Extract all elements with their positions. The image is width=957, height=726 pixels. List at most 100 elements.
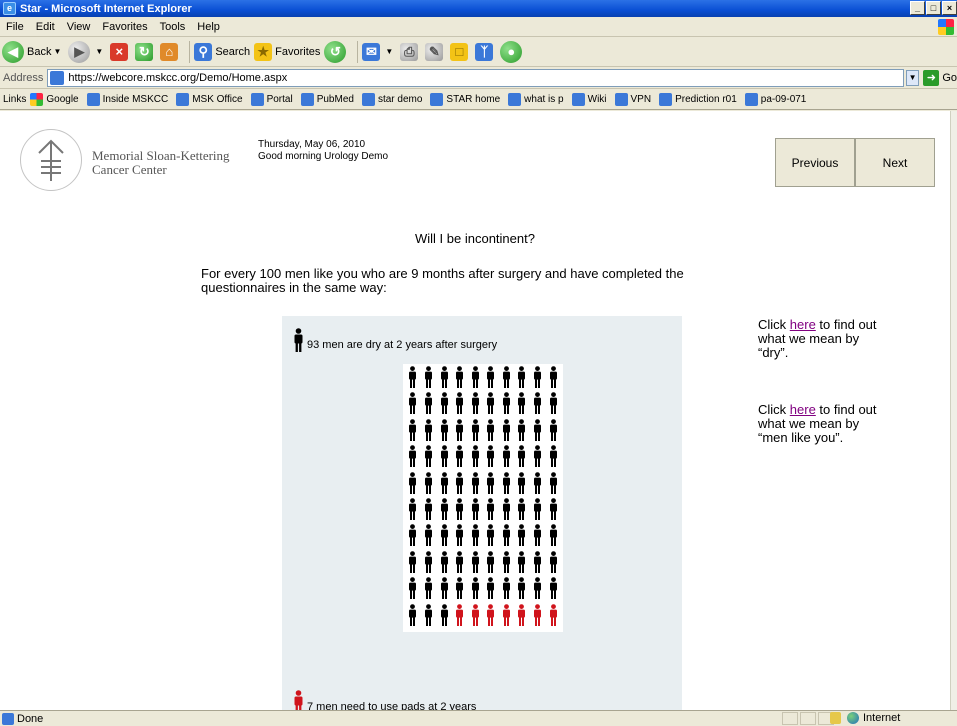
mail-icon: ✉ <box>362 42 381 61</box>
menu-edit[interactable]: Edit <box>30 21 61 33</box>
close-button[interactable]: × <box>942 1 957 15</box>
dry-man-icon <box>409 603 417 626</box>
dry-man-icon <box>487 366 495 388</box>
dry-man-icon <box>549 366 557 388</box>
menu-help[interactable]: Help <box>191 21 226 33</box>
link-star-home[interactable]: STAR home <box>430 92 500 106</box>
forward-dropdown-icon[interactable]: ▼ <box>95 47 103 56</box>
favorites-button[interactable]: ★ Favorites <box>254 42 320 61</box>
dry-definition-link[interactable]: here <box>790 317 816 332</box>
window-title: Star - Microsoft Internet Explorer <box>20 2 192 15</box>
dry-man-figure <box>436 577 452 603</box>
link-portal[interactable]: Portal <box>250 92 293 106</box>
pads-man-figure <box>530 603 546 630</box>
address-bar: Address https://webcore.mskcc.org/Demo/H… <box>0 67 957 89</box>
messenger-button[interactable]: ● <box>500 40 525 63</box>
address-dropdown-icon[interactable]: ▼ <box>905 69 920 86</box>
dry-man-figure <box>483 445 499 471</box>
back-button[interactable]: ◀ Back ▼ <box>2 40 64 63</box>
link-label: Prediction r01 <box>675 93 737 105</box>
dry-man-icon <box>440 392 448 415</box>
link-wiki[interactable]: Wiki <box>571 92 607 106</box>
dry-man-figure <box>421 418 437 445</box>
pads-man-icon <box>502 603 510 626</box>
dry-man-figure <box>483 498 499 524</box>
dry-man-icon <box>424 418 432 441</box>
dry-man-icon <box>534 392 542 415</box>
link-google[interactable]: Google <box>30 92 79 106</box>
standard-toolbar: ◀ Back ▼ ▶ ▼ × ↻ ⌂ ⚲ Search ★ Favorites … <box>0 37 957 67</box>
address-label: Address <box>3 71 44 84</box>
dry-man-icon <box>471 471 479 494</box>
dry-man-icon <box>424 471 432 494</box>
security-zone: Internet <box>830 712 900 724</box>
dry-man-icon <box>471 524 479 547</box>
dry-man-figure <box>405 498 421 524</box>
org-name-line2: Cancer Center <box>92 162 167 177</box>
dry-man-icon <box>487 392 495 415</box>
dry-man-figure <box>545 418 561 445</box>
link-prediction-r01[interactable]: Prediction r01 <box>659 92 737 106</box>
previous-button[interactable]: Previous <box>775 138 855 187</box>
ie-page-icon <box>361 92 375 106</box>
go-label: Go <box>942 71 957 84</box>
next-button[interactable]: Next <box>855 138 935 187</box>
menu-favorites[interactable]: Favorites <box>96 21 153 33</box>
dry-man-figure <box>467 392 483 418</box>
dry-man-icon <box>518 392 526 415</box>
dry-man-figure <box>530 471 546 498</box>
link-inside-mskcc[interactable]: Inside MSKCC <box>86 92 168 106</box>
menu-view[interactable]: View <box>61 21 97 33</box>
go-button[interactable]: ➜ Go <box>923 69 957 86</box>
link-msk-office[interactable]: MSK Office <box>176 92 243 106</box>
dry-man-icon <box>424 445 432 468</box>
stop-button[interactable]: × <box>110 42 131 61</box>
mskcc-logo <box>20 129 82 191</box>
pads-man-icon <box>518 603 526 626</box>
google-icon <box>30 92 44 106</box>
dry-man-icon <box>534 498 542 520</box>
maximize-button[interactable]: □ <box>926 1 941 15</box>
link-pa-09-071[interactable]: pa-09-071 <box>744 92 807 106</box>
dry-man-icon <box>424 392 432 415</box>
side-note-men-like-you: Click here to find out what we mean by “… <box>758 403 878 445</box>
back-dropdown-icon[interactable]: ▼ <box>53 47 61 56</box>
dry-man-icon <box>502 524 510 547</box>
dry-man-figure <box>421 524 437 550</box>
dry-man-icon <box>487 471 495 494</box>
link-label: pa-09-071 <box>760 93 807 105</box>
current-date: Thursday, May 06, 2010 <box>258 139 366 150</box>
forward-button[interactable]: ▶ ▼ <box>68 40 106 63</box>
dry-man-icon <box>424 577 432 600</box>
vertical-scrollbar[interactable] <box>950 111 957 710</box>
dry-man-icon <box>409 418 417 441</box>
search-button[interactable]: ⚲ Search <box>194 42 251 61</box>
link-vpn[interactable]: VPN <box>614 92 651 106</box>
history-button[interactable]: ↺ <box>324 40 349 63</box>
page-status-icon <box>2 712 14 725</box>
home-button[interactable]: ⌂ <box>160 42 181 61</box>
search-label: Search <box>215 45 251 58</box>
menu-tools[interactable]: Tools <box>154 21 192 33</box>
folder-button[interactable]: □ <box>450 42 471 61</box>
minimize-button[interactable]: _ <box>910 1 925 15</box>
bluetooth-button[interactable]: ᛉ <box>475 42 496 61</box>
link-pubmed[interactable]: PubMed <box>300 92 354 106</box>
link-star-demo[interactable]: star demo <box>361 92 422 106</box>
dry-man-icon <box>294 328 303 352</box>
dry-man-icon <box>502 445 510 468</box>
edit-button[interactable]: ✎ <box>425 42 446 61</box>
mail-dropdown-icon[interactable]: ▼ <box>385 47 393 56</box>
menu-file[interactable]: File <box>0 21 30 33</box>
pads-man-figure <box>483 603 499 630</box>
men-like-you-link[interactable]: here <box>790 402 816 417</box>
refresh-button[interactable]: ↻ <box>135 42 156 61</box>
favorites-star-icon: ★ <box>254 42 273 61</box>
dry-man-figure <box>467 445 483 471</box>
address-input[interactable]: https://webcore.mskcc.org/Demo/Home.aspx <box>47 68 904 87</box>
dry-man-figure <box>467 471 483 498</box>
mail-button[interactable]: ✉ ▼ <box>362 42 396 61</box>
link-what-is-p[interactable]: what is p <box>508 92 564 106</box>
print-button[interactable]: ⎙ <box>400 42 421 61</box>
messenger-icon: ● <box>500 40 523 63</box>
